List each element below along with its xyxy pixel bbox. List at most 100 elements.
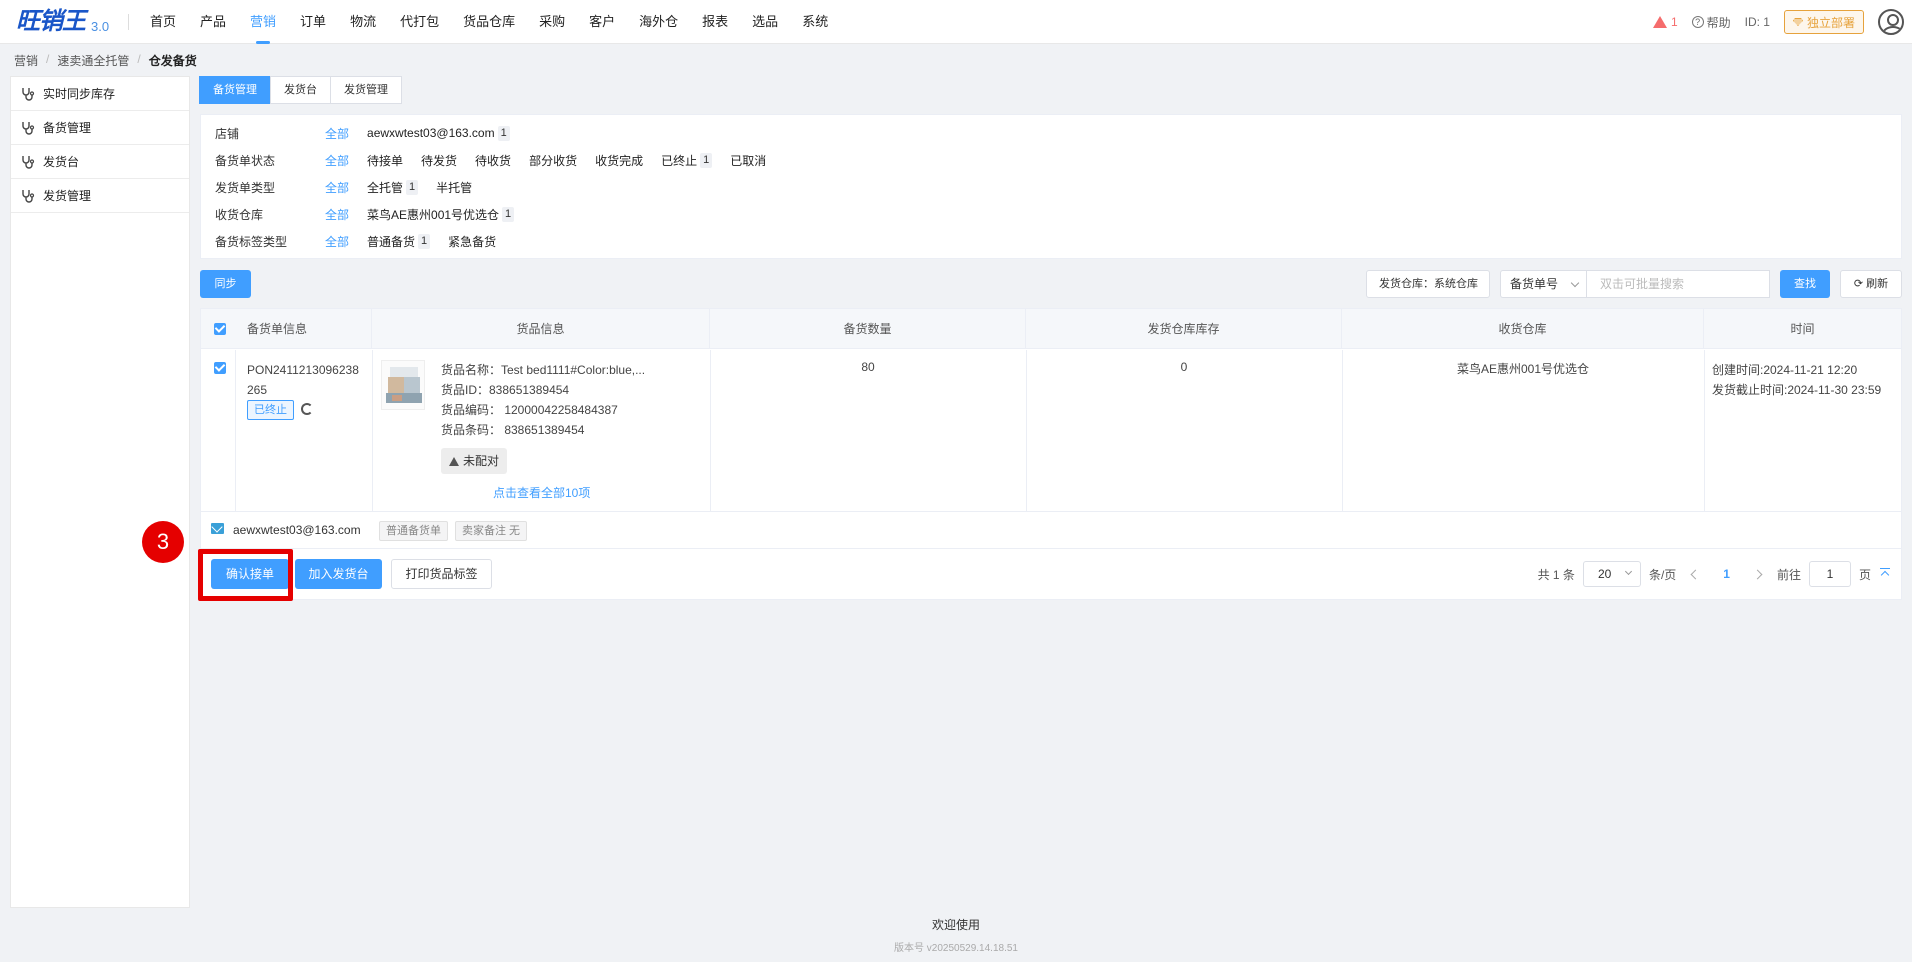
nav-system[interactable]: 系统 [790, 0, 840, 44]
help-link[interactable]: ? 帮助 [1691, 14, 1731, 31]
filter-label: 收货仓库 [215, 207, 264, 222]
filter-option[interactable]: 待接单 [367, 152, 403, 169]
refresh-button[interactable]: ⟳ 刷新 [1840, 270, 1902, 298]
column-divider [710, 350, 711, 512]
nav-warehouse[interactable]: 货品仓库 [451, 0, 527, 44]
logo-divider [128, 14, 129, 30]
created-time: 创建时间:2024-11-21 12:20 [1712, 363, 1858, 377]
filter-option[interactable]: 全托管 1 [367, 179, 419, 196]
user-avatar-icon[interactable] [1878, 9, 1904, 35]
product-id: 货品ID：838651389454 [441, 383, 570, 397]
filter-option[interactable]: 半托管 [436, 179, 472, 196]
filter-option-all[interactable]: 全部 [325, 179, 349, 196]
column-divider [235, 350, 236, 512]
add-to-shipping-desk-button[interactable]: 加入发货台 [295, 559, 382, 589]
stethoscope-icon [22, 190, 35, 203]
deploy-label: 独立部署 [1806, 15, 1855, 30]
filter-option-label: 普通备货 [367, 234, 416, 249]
stock-order-table: 备货单信息 货品信息 备货数量 发货仓库库存 收货仓库 时间 PON241121… [200, 308, 1902, 600]
filter-row-tag-type: 备货标签类型 全部 普通备货 1 紧急备货 [215, 231, 514, 251]
nav-marketing[interactable]: 营销 [238, 0, 288, 44]
logo-version: 3.0 [91, 19, 110, 34]
search-input[interactable] [1586, 270, 1770, 298]
sync-status-icon[interactable] [301, 403, 313, 415]
chevron-down-icon [1624, 567, 1632, 576]
nav-overseas-warehouse[interactable]: 海外仓 [627, 0, 690, 44]
next-page-icon[interactable] [1752, 569, 1763, 579]
pagination: 共 1 条 20 条/页 1 前往 1 页 [1538, 559, 1891, 589]
main-nav: 首页 产品 营销 订单 物流 代打包 货品仓库 采购 客户 海外仓 报表 选品 … [138, 0, 840, 44]
nav-customers[interactable]: 客户 [577, 0, 627, 44]
product-image-icon [382, 361, 424, 409]
filter-option[interactable]: 菜鸟AE惠州001号优选仓 1 [367, 206, 515, 223]
sidebar-item-label: 发货台 [43, 155, 80, 169]
view-all-items-link[interactable]: 点击查看全部10项 [493, 484, 590, 501]
filter-option-all[interactable]: 全部 [325, 152, 349, 169]
filter-option[interactable]: 待收货 [475, 152, 511, 169]
filter-option[interactable]: 紧急备货 [448, 233, 496, 250]
filter-option-all[interactable]: 全部 [325, 125, 349, 142]
filter-option[interactable]: aewxwtest03@163.com 1 [367, 125, 510, 141]
filter-option[interactable]: 已取消 [730, 152, 766, 169]
nav-logistics[interactable]: 物流 [338, 0, 388, 44]
search-type-select[interactable]: 备货单号 [1500, 270, 1586, 298]
tab-stock-management[interactable]: 备货管理 [199, 76, 271, 104]
header-stock: 发货仓库库存 [1026, 309, 1342, 349]
warehouse-stock: 0 [1180, 360, 1188, 374]
tag-type-chip: 普通备货单 [379, 521, 448, 541]
back-to-top-icon[interactable] [1879, 568, 1891, 580]
sidebar-item-stock-management[interactable]: 备货管理 [11, 111, 189, 145]
seller-note-chip[interactable]: 卖家备注 无 [455, 521, 528, 541]
nav-reports[interactable]: 报表 [690, 0, 740, 44]
nav-packing[interactable]: 代打包 [388, 0, 451, 44]
filter-option[interactable]: 普通备货 1 [367, 233, 431, 250]
prev-page-icon[interactable] [1690, 569, 1701, 579]
current-page[interactable]: 1 [1715, 567, 1738, 581]
filter-option-label: aewxwtest03@163.com [367, 126, 495, 140]
help-label: 帮助 [1706, 15, 1731, 30]
print-product-label-button[interactable]: 打印货品标签 [391, 559, 492, 589]
sidebar-item-shipping-desk[interactable]: 发货台 [11, 145, 189, 179]
app-logo[interactable]: 旺销王 3.0 [16, 6, 110, 36]
breadcrumb-item[interactable]: 速卖通全托管 [57, 52, 129, 69]
filter-option-all[interactable]: 全部 [325, 206, 349, 223]
sidebar-item-label: 实时同步库存 [43, 87, 116, 101]
filter-option[interactable]: 收货完成 [595, 152, 643, 169]
breadcrumb-item[interactable]: 营销 [14, 52, 38, 69]
sidebar-item-shipping-management[interactable]: 发货管理 [11, 179, 189, 213]
deploy-button[interactable]: 独立部署 [1783, 10, 1864, 34]
shipping-warehouse-select[interactable]: 发货仓库：系统仓库 [1366, 270, 1490, 298]
filter-option-all[interactable]: 全部 [325, 233, 349, 250]
nav-orders[interactable]: 订单 [288, 0, 338, 44]
tab-shipping-desk[interactable]: 发货台 [270, 76, 331, 104]
product-thumbnail[interactable] [381, 360, 425, 410]
filter-option[interactable]: 待发货 [421, 152, 457, 169]
match-status-badge[interactable]: 未配对 [441, 448, 508, 474]
sidebar: 实时同步库存 备货管理 发货台 发货管理 [10, 76, 190, 908]
filter-option[interactable]: 部分收货 [529, 152, 577, 169]
nav-products[interactable]: 产品 [188, 0, 238, 44]
nav-product-selection[interactable]: 选品 [740, 0, 790, 44]
goto-page-input[interactable]: 1 [1808, 561, 1851, 587]
breadcrumb: 营销 / 速卖通全托管 / 仓发备货 [14, 52, 197, 69]
sync-button[interactable]: 同步 [200, 270, 251, 298]
page-size-value: 20 [1597, 567, 1612, 581]
warning-indicator[interactable]: 1 [1652, 15, 1678, 29]
logo-text: 旺销王 [16, 6, 86, 35]
filter-option[interactable]: 已终止 1 [661, 152, 713, 169]
tab-shipping-management[interactable]: 发货管理 [330, 76, 402, 104]
nav-home[interactable]: 首页 [138, 0, 188, 44]
total-count: 共 1 条 [1537, 567, 1575, 582]
nav-purchase[interactable]: 采购 [527, 0, 577, 44]
sidebar-item-sync-stock[interactable]: 实时同步库存 [11, 77, 189, 111]
filter-count: 1 [406, 179, 419, 195]
breadcrumb-current: 仓发备货 [148, 54, 197, 68]
row-checkbox[interactable] [214, 362, 226, 374]
table-header: 备货单信息 货品信息 备货数量 发货仓库库存 收货仓库 时间 [201, 309, 1901, 349]
page-size-select[interactable]: 20 [1582, 561, 1641, 587]
footer-title: 欢迎使用 [931, 918, 980, 932]
warning-icon [449, 456, 459, 466]
search-button[interactable]: 查找 [1780, 270, 1830, 298]
search-type-label: 备货单号 [1510, 277, 1559, 291]
sidebar-item-label: 发货管理 [43, 189, 92, 203]
